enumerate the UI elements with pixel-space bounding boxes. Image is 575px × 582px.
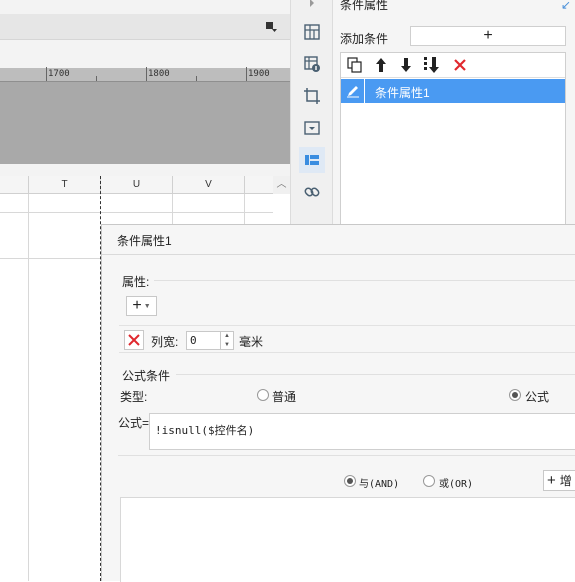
ruler-label: 1800 xyxy=(148,69,170,79)
property-name: 列宽: xyxy=(151,335,179,349)
table-info-icon[interactable] xyxy=(299,51,325,77)
add-condition-button[interactable]: + xyxy=(410,26,566,46)
formula-label: 公式= xyxy=(118,416,150,430)
grid-line xyxy=(0,258,101,259)
crop-icon[interactable] xyxy=(299,83,325,109)
condition-dialog: 条件属性1 属性: + ▼ 列宽: 0 ▲ ▼ 毫米 公式条件 类型: 普通 公式 … xyxy=(101,224,575,582)
type-formula-label[interactable]: 公式 xyxy=(525,388,549,405)
ruler-tick xyxy=(96,76,97,81)
column-header: T U V xyxy=(0,176,273,194)
condition-panel: 条件属性 ↙ 添加条件 + 条件属性1 xyxy=(333,0,575,230)
chevron-down-icon: ▼ xyxy=(143,302,151,310)
delete-icon[interactable] xyxy=(451,56,469,74)
grid-line xyxy=(0,212,273,213)
column-width-input[interactable]: 0 xyxy=(186,331,221,350)
collapse-icon[interactable]: ↙ xyxy=(561,0,571,12)
divider xyxy=(176,374,575,375)
type-formula-radio[interactable] xyxy=(509,389,521,401)
formula-input[interactable]: !isnull($控件名) xyxy=(149,413,575,450)
arrow-up-icon[interactable] xyxy=(372,56,390,74)
type-label: 类型: xyxy=(120,390,148,404)
grid-line xyxy=(28,194,29,581)
or-label[interactable]: 或(OR) xyxy=(439,475,473,490)
panel-title: 条件属性 xyxy=(340,0,389,12)
delete-property-icon[interactable] xyxy=(124,330,144,350)
type-normal-radio[interactable] xyxy=(257,389,269,401)
gap-strip xyxy=(0,40,290,68)
column-header-cell[interactable]: V xyxy=(172,176,244,194)
move-bottom-icon[interactable] xyxy=(423,56,441,74)
ruler-tick xyxy=(246,67,247,81)
ruler: 1700 1800 1900 xyxy=(0,67,290,82)
add-button[interactable]: + 增 xyxy=(543,470,575,491)
ruler-tick xyxy=(146,67,147,81)
formula-text: !isnull($控件名) xyxy=(155,424,255,437)
edit-icon[interactable] xyxy=(341,79,365,103)
ruler-tick xyxy=(196,76,197,81)
toolbar-dropdown-icon[interactable] xyxy=(266,21,278,33)
page-area-gap xyxy=(0,164,290,176)
condition-list-toolbar xyxy=(341,53,565,78)
condition-list-area[interactable] xyxy=(120,497,575,582)
link-icon[interactable] xyxy=(299,179,325,205)
column-header-cell[interactable]: T xyxy=(28,176,100,194)
condition-item-label: 条件属性1 xyxy=(375,86,430,100)
type-normal-label[interactable]: 普通 xyxy=(272,388,296,405)
page-area xyxy=(0,82,290,164)
condition-icon[interactable] xyxy=(299,147,325,173)
ruler-label: 1900 xyxy=(248,69,270,79)
scroll-up-arrow[interactable]: ︿ xyxy=(273,176,290,194)
copy-icon[interactable] xyxy=(346,56,364,74)
condition-list-item[interactable]: 条件属性1 xyxy=(341,79,565,103)
add-button-label: 增 xyxy=(559,474,572,488)
ruler-tick xyxy=(46,67,47,81)
plus-icon: + xyxy=(132,297,142,314)
column-header-cell[interactable] xyxy=(244,176,273,194)
arrow-down-icon[interactable] xyxy=(397,56,415,74)
or-radio[interactable] xyxy=(423,475,435,487)
property-unit: 毫米 xyxy=(239,335,264,349)
divider xyxy=(102,254,575,255)
column-header-cell[interactable]: U xyxy=(100,176,172,194)
spinner-icon[interactable]: ▲ ▼ xyxy=(221,331,234,350)
dialog-title: 条件属性1 xyxy=(117,234,172,248)
ruler-label: 1700 xyxy=(48,69,70,79)
properties-label: 属性: xyxy=(122,275,150,289)
freeze-icon[interactable] xyxy=(299,19,325,45)
widget-icon[interactable] xyxy=(299,115,325,141)
and-radio[interactable] xyxy=(344,475,356,487)
toolbar-strip xyxy=(0,14,290,40)
divider xyxy=(154,280,575,281)
add-property-button[interactable]: + ▼ xyxy=(126,296,157,316)
property-row: 列宽: 0 ▲ ▼ 毫米 xyxy=(119,325,575,353)
add-condition-label: 添加条件 xyxy=(340,32,389,46)
top-strip xyxy=(0,0,290,14)
collapse-arrow-icon[interactable] xyxy=(299,0,325,16)
divider xyxy=(118,455,575,456)
plus-icon: + xyxy=(547,472,556,489)
and-label[interactable]: 与(AND) xyxy=(359,475,399,490)
formula-section-label: 公式条件 xyxy=(122,369,171,383)
condition-list: 条件属性1 xyxy=(340,52,566,230)
